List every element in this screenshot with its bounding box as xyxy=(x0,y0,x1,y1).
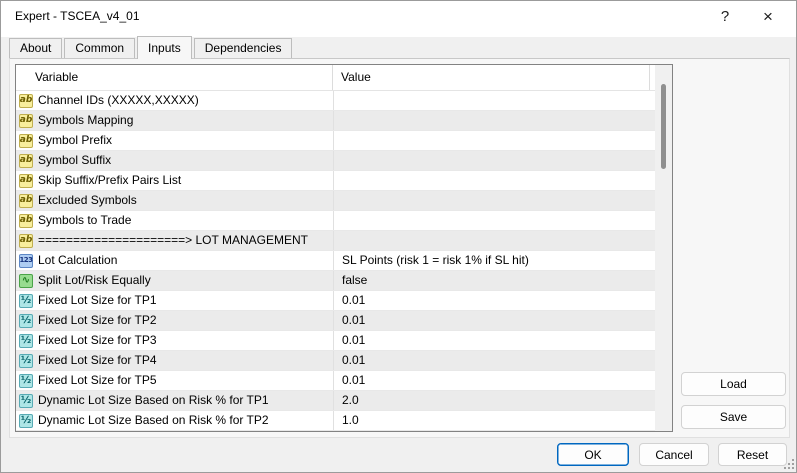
value-cell[interactable] xyxy=(333,171,655,190)
table-row[interactable]: ½ Fixed Lot Size for TP20.01 xyxy=(16,311,655,331)
variable-cell: Split Lot/Risk Equally xyxy=(38,271,333,290)
double-type-icon: ½ xyxy=(19,354,33,368)
column-header-value[interactable]: Value xyxy=(333,65,650,90)
string-type-icon: ab xyxy=(19,94,33,108)
vertical-scrollbar[interactable] xyxy=(655,65,672,431)
table-row[interactable]: ab Excluded Symbols xyxy=(16,191,655,211)
table-row[interactable]: ab Symbol Suffix xyxy=(16,151,655,171)
scrollbar-thumb[interactable] xyxy=(661,84,666,169)
variable-cell: Dynamic Lot Size Based on Risk % for TP2 xyxy=(38,411,333,430)
table-row[interactable]: ab =====================> LOT MANAGEMENT xyxy=(16,231,655,251)
value-cell[interactable]: 0.01 xyxy=(333,351,655,370)
variable-cell: Dynamic Lot Size Based on Risk % for TP1 xyxy=(38,391,333,410)
double-type-icon: ½ xyxy=(19,314,33,328)
string-type-icon: ab xyxy=(19,154,33,168)
value-cell[interactable] xyxy=(333,231,655,250)
parameters-grid: Variable Value ab Channel IDs (XXXXX,XXXX… xyxy=(15,64,673,432)
table-row[interactable]: ½ Dynamic Lot Size Based on Risk % for TP… xyxy=(16,411,655,431)
value-cell[interactable] xyxy=(333,91,655,110)
variable-cell: Fixed Lot Size for TP4 xyxy=(38,351,333,370)
variable-cell: Symbol Suffix xyxy=(38,151,333,170)
table-row[interactable]: ½ Fixed Lot Size for TP40.01 xyxy=(16,351,655,371)
value-cell[interactable]: 1.0 xyxy=(333,411,655,430)
table-row[interactable]: ab Symbols Mapping xyxy=(16,111,655,131)
reset-button[interactable]: Reset xyxy=(718,443,787,466)
string-type-icon: ab xyxy=(19,194,33,208)
titlebar: Expert - TSCEA_v4_01 ? × xyxy=(1,1,796,37)
variable-cell: Fixed Lot Size for TP3 xyxy=(38,331,333,350)
variable-cell: Channel IDs (XXXXX,XXXXX) xyxy=(38,91,333,110)
bool-type-icon: ∿ xyxy=(19,274,33,288)
table-row[interactable]: ½ Dynamic Lot Size Based on Risk % for TP… xyxy=(16,391,655,411)
value-cell[interactable]: false xyxy=(333,271,655,290)
variable-cell: Symbol Prefix xyxy=(38,131,333,150)
value-cell[interactable]: 0.01 xyxy=(333,291,655,310)
resize-grip[interactable] xyxy=(783,459,794,470)
variable-cell: Symbols Mapping xyxy=(38,111,333,130)
table-row[interactable]: ½ Fixed Lot Size for TP10.01 xyxy=(16,291,655,311)
variable-cell: =====================> LOT MANAGEMENT xyxy=(38,231,333,250)
value-cell[interactable] xyxy=(333,151,655,170)
string-type-icon: ab xyxy=(19,174,33,188)
tab-strip: About Common Inputs Dependencies xyxy=(9,36,294,58)
table-row[interactable]: ∿ Split Lot/Risk Equallyfalse xyxy=(16,271,655,291)
string-type-icon: ab xyxy=(19,234,33,248)
value-cell[interactable]: 0.01 xyxy=(333,311,655,330)
table-row[interactable]: ab Skip Suffix/Prefix Pairs List xyxy=(16,171,655,191)
help-button[interactable]: ? xyxy=(709,1,741,32)
value-cell[interactable]: 0.01 xyxy=(333,331,655,350)
value-cell[interactable] xyxy=(333,111,655,130)
grid-rows: ab Channel IDs (XXXXX,XXXXX) ab Symbols Map… xyxy=(16,91,655,431)
value-cell[interactable] xyxy=(333,131,655,150)
double-type-icon: ½ xyxy=(19,374,33,388)
cancel-button[interactable]: Cancel xyxy=(639,443,709,466)
load-button[interactable]: Load xyxy=(681,372,786,396)
variable-cell: Fixed Lot Size for TP2 xyxy=(38,311,333,330)
variable-cell: Excluded Symbols xyxy=(38,191,333,210)
tab-inputs[interactable]: Inputs xyxy=(137,36,192,59)
variable-cell: Fixed Lot Size for TP1 xyxy=(38,291,333,310)
string-type-icon: ab xyxy=(19,114,33,128)
value-cell[interactable]: 0.01 xyxy=(333,371,655,390)
variable-cell: Symbols to Trade xyxy=(38,211,333,230)
table-row[interactable]: 123 Lot CalculationSL Points (risk 1 = ri… xyxy=(16,251,655,271)
variable-cell: Skip Suffix/Prefix Pairs List xyxy=(38,171,333,190)
window-title: Expert - TSCEA_v4_01 xyxy=(15,1,140,32)
int-type-icon: 123 xyxy=(19,254,33,268)
value-cell[interactable] xyxy=(333,211,655,230)
variable-cell: Fixed Lot Size for TP5 xyxy=(38,371,333,390)
value-cell[interactable] xyxy=(333,191,655,210)
grid-header: Variable Value xyxy=(16,65,655,91)
table-row[interactable]: ½ Fixed Lot Size for TP30.01 xyxy=(16,331,655,351)
table-row[interactable]: ab Symbols to Trade xyxy=(16,211,655,231)
column-header-variable[interactable]: Variable xyxy=(16,65,333,90)
tab-about[interactable]: About xyxy=(9,38,62,58)
double-type-icon: ½ xyxy=(19,394,33,408)
table-row[interactable]: ½ Fixed Lot Size for TP50.01 xyxy=(16,371,655,391)
value-cell[interactable]: SL Points (risk 1 = risk 1% if SL hit) xyxy=(333,251,655,270)
expert-properties-dialog: Expert - TSCEA_v4_01 ? × About Common In… xyxy=(0,0,797,473)
tab-common[interactable]: Common xyxy=(64,38,135,58)
double-type-icon: ½ xyxy=(19,334,33,348)
table-row[interactable]: ab Channel IDs (XXXXX,XXXXX) xyxy=(16,91,655,111)
string-type-icon: ab xyxy=(19,134,33,148)
variable-cell: Lot Calculation xyxy=(38,251,333,270)
string-type-icon: ab xyxy=(19,214,33,228)
double-type-icon: ½ xyxy=(19,294,33,308)
save-button[interactable]: Save xyxy=(681,405,786,429)
tab-dependencies[interactable]: Dependencies xyxy=(194,38,293,58)
double-type-icon: ½ xyxy=(19,414,33,428)
table-row[interactable]: ab Symbol Prefix xyxy=(16,131,655,151)
value-cell[interactable]: 2.0 xyxy=(333,391,655,410)
ok-button[interactable]: OK xyxy=(557,443,629,466)
close-button[interactable]: × xyxy=(752,1,784,32)
